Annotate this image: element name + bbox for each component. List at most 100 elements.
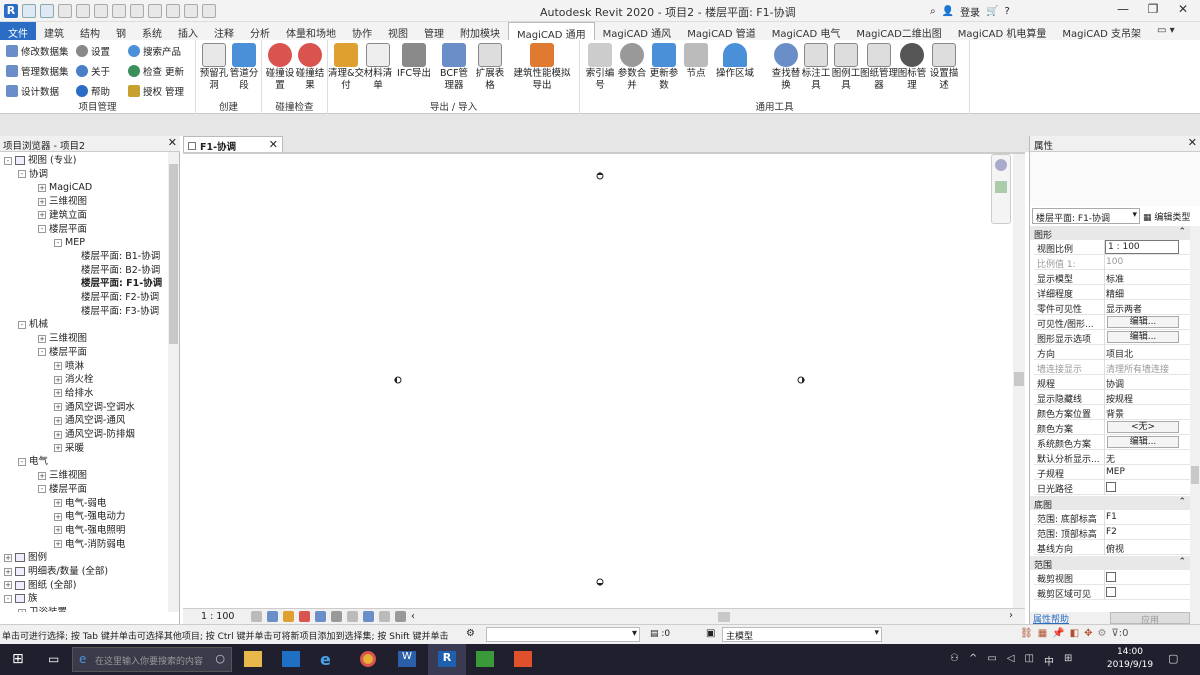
tree-node[interactable]: - 楼层平面	[38, 223, 87, 236]
chrome-icon[interactable]	[360, 651, 376, 667]
tree-node[interactable]: 楼层平面: B1-协调	[70, 250, 160, 263]
property-checkbox[interactable]	[1106, 587, 1116, 597]
work-area-button[interactable]: 操作区域	[714, 43, 756, 80]
tree-node[interactable]: 楼层平面: F1-协调	[70, 277, 162, 290]
set-description-button[interactable]: 设置描述	[926, 43, 962, 92]
elevation-marker-north[interactable]	[596, 172, 604, 180]
volume-icon[interactable]: ◁	[1007, 653, 1015, 668]
tab-magicad-qty[interactable]: MagiCAD 机电算量	[950, 22, 1055, 40]
update-params-button[interactable]: 更新参数	[646, 43, 682, 92]
ime-indicator[interactable]: 中	[1044, 653, 1054, 668]
property-checkbox[interactable]	[1106, 572, 1116, 582]
tab-systems[interactable]: 系统	[134, 22, 170, 40]
horizontal-scroll-thumb[interactable]	[718, 612, 730, 622]
windows-start-icon[interactable]: ⊞	[12, 651, 24, 667]
cleanup-deliver-button[interactable]: 清理&交付	[328, 43, 364, 92]
dimension-icon[interactable]	[148, 4, 162, 18]
tab-massing[interactable]: 体量和场地	[278, 22, 344, 40]
search-product-button[interactable]: 搜索产品	[128, 44, 181, 58]
minimize-icon[interactable]: —	[1108, 2, 1138, 20]
settings-button[interactable]: 设置	[76, 44, 110, 58]
tab-analyze[interactable]: 分析	[242, 22, 278, 40]
background-process-icon[interactable]: ⚙	[1097, 628, 1106, 639]
expand-icon[interactable]: +	[18, 608, 26, 612]
steering-wheel-icon[interactable]	[995, 159, 1007, 171]
property-value-input[interactable]: 1 : 100	[1105, 240, 1179, 254]
elevation-marker-east[interactable]	[797, 376, 805, 384]
collapse-icon[interactable]: ⌃	[1178, 227, 1186, 237]
canvas-vertical-scrollbar[interactable]	[1013, 154, 1025, 608]
tree-node[interactable]: + 三维视图	[38, 195, 87, 208]
expand-icon[interactable]: +	[4, 567, 12, 576]
expand-icon[interactable]: +	[4, 581, 12, 590]
property-edit-button[interactable]: <无>	[1107, 421, 1179, 433]
task-view-icon[interactable]: ▭	[48, 652, 59, 666]
property-value[interactable]: 精细	[1106, 287, 1124, 300]
shadows-icon[interactable]	[299, 611, 310, 622]
elevation-marker-south[interactable]	[596, 578, 604, 586]
property-checkbox[interactable]	[1106, 482, 1116, 492]
tree-node[interactable]: + 电气-强电动力	[54, 510, 125, 523]
close-icon[interactable]: ✕	[269, 138, 278, 151]
expand-icon[interactable]: +	[54, 430, 62, 439]
browser-scrollbar[interactable]	[168, 152, 179, 612]
file-explorer-icon[interactable]	[244, 651, 262, 667]
tree-node[interactable]: + 三维视图	[38, 332, 87, 345]
design-options-icon[interactable]	[395, 611, 406, 622]
user-icon[interactable]: 👤	[942, 6, 954, 17]
tree-node[interactable]: + 明细表/数量 (全部)	[4, 565, 108, 578]
collapse-icon[interactable]: -	[18, 170, 26, 179]
property-section-header[interactable]: 范围 ⌃	[1030, 556, 1190, 571]
collapse-icon[interactable]: ⌃	[1178, 497, 1186, 507]
property-section-header[interactable]: 底图 ⌃	[1030, 496, 1190, 511]
select-links-icon[interactable]: ⛓	[1020, 628, 1033, 639]
tree-node[interactable]: + 喷淋	[54, 360, 84, 373]
tab-magicad-elec[interactable]: MagiCAD 电气	[764, 22, 849, 40]
expand-icon[interactable]: +	[54, 362, 62, 370]
about-button[interactable]: 关于	[76, 64, 110, 78]
expand-icon[interactable]: +	[54, 512, 62, 521]
tab-insert[interactable]: 插入	[170, 22, 206, 40]
network-icon[interactable]: ◫	[1025, 653, 1034, 668]
text-icon[interactable]	[166, 4, 180, 18]
collapse-icon[interactable]: -	[38, 225, 46, 233]
sun-path-icon[interactable]	[283, 611, 294, 622]
node-button[interactable]: 节点	[678, 43, 714, 80]
tree-node[interactable]: - 协调	[18, 168, 48, 181]
switch-windows-icon[interactable]	[202, 4, 216, 18]
ime-mode-icon[interactable]: ⊞	[1064, 653, 1072, 668]
elevation-marker-west[interactable]	[394, 376, 402, 384]
restore-icon[interactable]: ❐	[1138, 2, 1168, 20]
expand-icon[interactable]: +	[54, 416, 62, 425]
tab-magicad-vent[interactable]: MagiCAD 通风	[595, 22, 680, 40]
property-value[interactable]: 项目北	[1106, 347, 1133, 360]
outlook-icon[interactable]	[282, 651, 300, 667]
tab-architecture[interactable]: 建筑	[36, 22, 72, 40]
chevron-right-icon[interactable]: ›	[1009, 610, 1013, 621]
open-icon[interactable]	[22, 4, 36, 18]
tree-node[interactable]: - 视图 (专业)	[4, 154, 76, 167]
property-value[interactable]: 背景	[1106, 407, 1124, 420]
drawing-canvas[interactable]	[183, 154, 1013, 608]
tab-collaborate[interactable]: 协作	[344, 22, 380, 40]
app-green-icon[interactable]	[476, 651, 494, 667]
select-pinned-icon[interactable]: 📌	[1052, 628, 1064, 639]
clock-time[interactable]: 14:00	[1108, 647, 1152, 657]
expand-icon[interactable]: +	[54, 375, 62, 384]
collapse-icon[interactable]: -	[54, 238, 62, 247]
ifc-export-button[interactable]: IFC导出	[396, 43, 432, 80]
property-edit-button[interactable]: 编辑...	[1107, 331, 1179, 343]
type-selector-dropdown[interactable]: 楼层平面: F1-协调 ▾	[1032, 208, 1140, 224]
expand-icon[interactable]: +	[54, 499, 62, 507]
merge-params-button[interactable]: 参数合并	[614, 43, 650, 92]
tree-node[interactable]: - 楼层平面	[38, 346, 87, 359]
close-icon[interactable]: ✕	[1188, 136, 1197, 149]
zoom-icon[interactable]	[995, 181, 1007, 193]
manage-dataset-button[interactable]: 管理数据集	[6, 64, 69, 78]
workset-icon[interactable]: ⚙	[466, 628, 475, 639]
index-number-button[interactable]: 索引编号	[582, 43, 618, 92]
help-button[interactable]: 帮助	[76, 84, 110, 98]
temp-hide-icon[interactable]	[347, 611, 358, 622]
tab-file[interactable]: 文件	[0, 22, 36, 40]
chevron-up-icon[interactable]: ^	[969, 653, 977, 668]
